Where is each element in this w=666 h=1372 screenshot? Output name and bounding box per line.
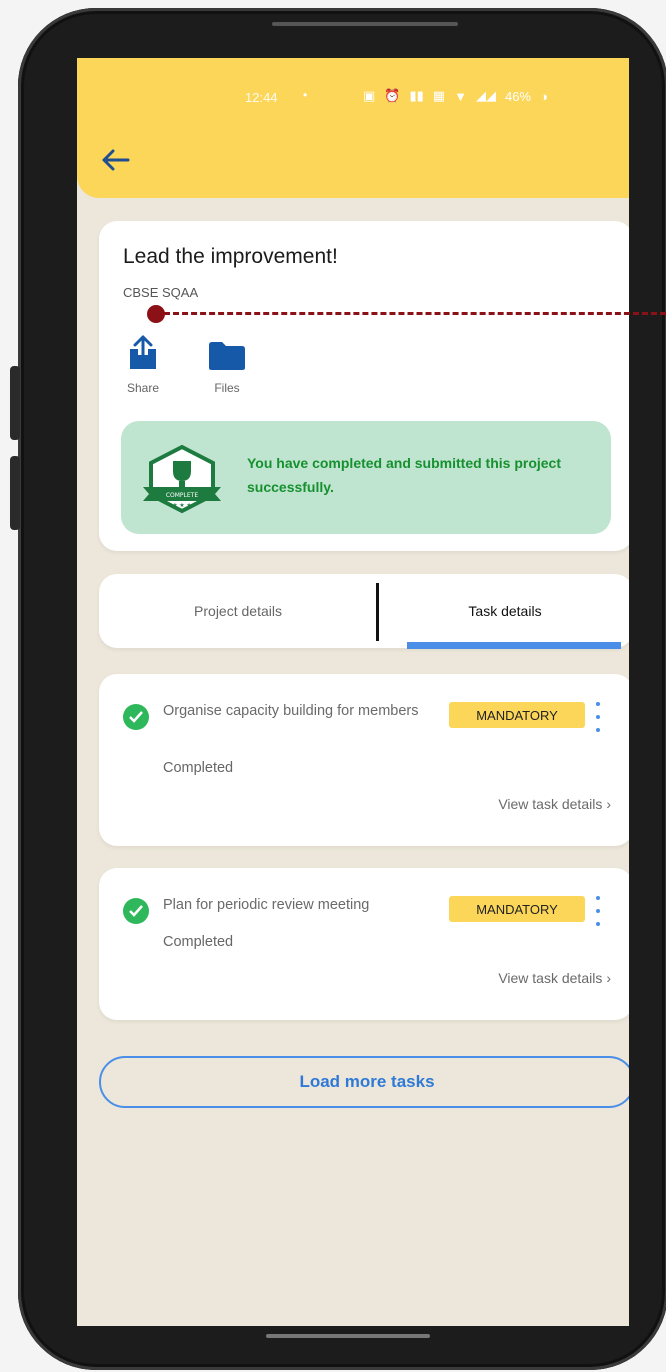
- view-task-details-link[interactable]: View task details ›: [498, 970, 611, 986]
- signal-icon: ◢◢: [475, 88, 496, 103]
- battery-icon: ◑: [540, 88, 548, 104]
- wifi-icon: ▼: [454, 88, 467, 104]
- more-options-icon[interactable]: [593, 896, 603, 926]
- view-task-details-link[interactable]: View task details ›: [498, 796, 611, 812]
- status-bar: 12:44 • ▣ ⏰ ▮▮ ▦ ▼ ◢◢ 46% ◑: [77, 88, 629, 108]
- home-indicator: [266, 1334, 430, 1338]
- speaker-slot: [272, 22, 458, 26]
- volte-icon: ▦: [432, 88, 446, 103]
- volume-up-button: [10, 366, 20, 440]
- back-button[interactable]: [95, 140, 135, 180]
- volume-down-button: [10, 456, 20, 530]
- mandatory-badge: MANDATORY: [449, 896, 585, 922]
- status-icons: ▣ ⏰ ▮▮ ▦ ▼ ◢◢ 46% ◑: [363, 88, 548, 104]
- task-card: Plan for periodic review meeting MANDATO…: [99, 868, 629, 1020]
- chevron-right-icon: ›: [606, 970, 611, 986]
- status-time: 12:44: [245, 90, 278, 105]
- annotation-pointer-line: [164, 312, 666, 315]
- battery-percent: 46%: [504, 88, 531, 104]
- nfc-icon: ▣: [363, 88, 376, 103]
- task-title: Organise capacity building for members: [163, 703, 419, 719]
- badge-label: COMPLETE: [166, 492, 199, 499]
- notification-dot-icon: •: [303, 88, 308, 102]
- more-options-icon[interactable]: [593, 702, 603, 732]
- check-circle-icon: [123, 898, 149, 924]
- annotation-pointer-dot: [147, 305, 165, 323]
- share-label: Share: [126, 381, 160, 395]
- complete-badge-icon: COMPLETE ★ ★ ★: [143, 444, 221, 514]
- task-status: Completed: [163, 760, 234, 776]
- project-title: Lead the improvement!: [123, 245, 338, 268]
- alarm-icon: ⏰: [384, 88, 401, 103]
- arrow-left-icon: [102, 149, 130, 171]
- share-button[interactable]: Share: [113, 333, 173, 395]
- view-task-details-label: View task details: [498, 970, 603, 986]
- chevron-right-icon: ›: [606, 796, 611, 812]
- app-screen: 12:44 • ▣ ⏰ ▮▮ ▦ ▼ ◢◢ 46% ◑ Lead the imp…: [77, 58, 629, 1326]
- check-circle-icon: [123, 704, 149, 730]
- view-task-details-label: View task details: [498, 796, 603, 812]
- badge-stars: ★ ★ ★: [172, 502, 191, 509]
- task-status: Completed: [163, 934, 234, 950]
- files-label: Files: [214, 381, 240, 395]
- project-subtitle: CBSE SQAA: [123, 285, 199, 300]
- share-upload-icon: [130, 335, 156, 369]
- load-more-button[interactable]: Load more tasks: [99, 1056, 629, 1108]
- task-card: Organise capacity building for members M…: [99, 674, 629, 846]
- project-card: Lead the improvement! CBSE SQAA Share Fi…: [99, 221, 629, 551]
- mandatory-badge: MANDATORY: [449, 702, 585, 728]
- folder-icon: [209, 342, 245, 370]
- completion-message: You have completed and submitted this pr…: [247, 455, 562, 495]
- phone-frame: 12:44 • ▣ ⏰ ▮▮ ▦ ▼ ◢◢ 46% ◑ Lead the imp…: [18, 8, 666, 1370]
- files-button[interactable]: Files: [197, 333, 257, 395]
- app-header: 12:44 • ▣ ⏰ ▮▮ ▦ ▼ ◢◢ 46% ◑: [77, 58, 629, 198]
- task-title: Plan for periodic review meeting: [163, 897, 370, 913]
- tab-task-details[interactable]: Task details: [377, 574, 629, 648]
- vibrate-icon: ▮▮: [409, 88, 424, 103]
- active-tab-indicator: [407, 642, 621, 649]
- completion-banner: COMPLETE ★ ★ ★ You have completed and su…: [121, 421, 611, 534]
- tab-project-details[interactable]: Project details: [99, 574, 377, 648]
- detail-tabs: Project details Task details: [99, 574, 629, 649]
